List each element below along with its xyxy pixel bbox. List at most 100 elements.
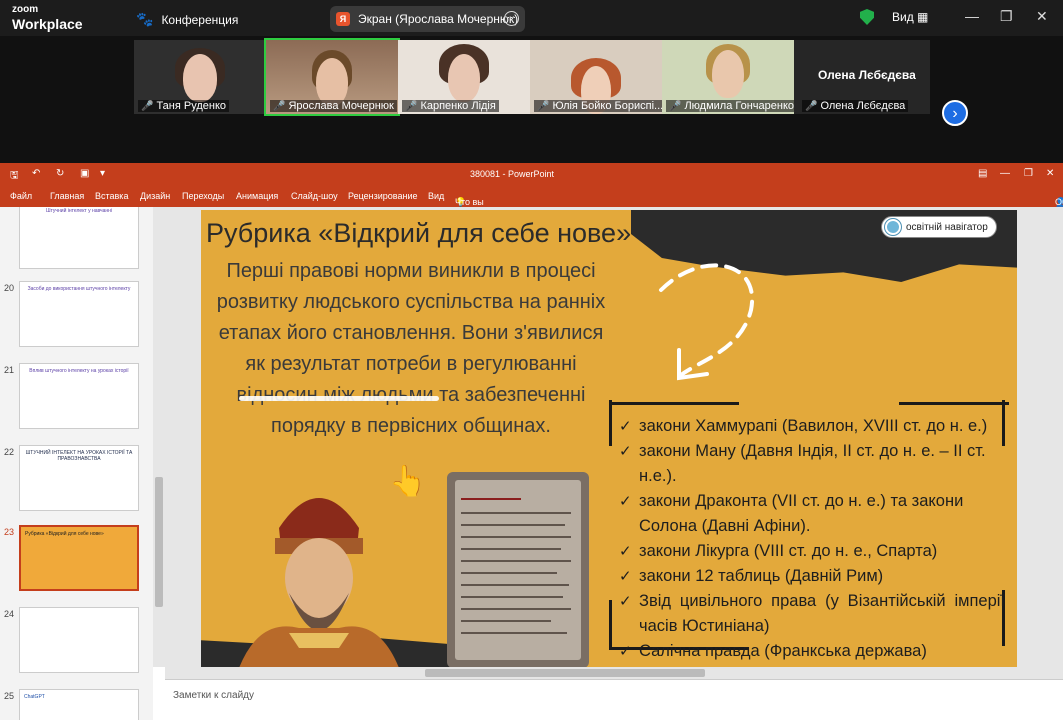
- participant-tile[interactable]: 🎤 Таня Руденко: [134, 40, 266, 114]
- list-item: закони Драконта (VII ст. до н. е.) та за…: [619, 489, 1005, 539]
- participant-name: Ярослава Мочернюк: [288, 100, 394, 112]
- thumbnails-scrollbar[interactable]: [153, 207, 165, 667]
- participant-name: Людмила Гончаренко: [684, 100, 794, 112]
- paw-icon: 🐾: [136, 11, 154, 27]
- more-icon[interactable]: ···: [504, 11, 519, 26]
- tab-transitions[interactable]: Переходы: [182, 191, 224, 201]
- big-participant-name: Олена Лєбєдєва: [818, 68, 916, 82]
- laws-list-box: закони Хаммурапі (Вавилон, XVIII ст. до …: [609, 400, 1009, 664]
- mic-muted-icon: 🎤: [405, 100, 418, 112]
- sharer-badge: Я: [336, 12, 350, 26]
- screen-share-label: Экран (Ярослава Мочернюк): [358, 12, 519, 26]
- slide-thumbnail[interactable]: Засоби до використання штучного інтелект…: [19, 281, 139, 347]
- video-strip: 🎤 Таня Руденко 🎤 Ярослава Мочернюк 🎤 Карпен…: [0, 36, 1063, 160]
- mic-muted-icon: 🎤: [273, 100, 286, 112]
- slide-body-text[interactable]: Перші правові норми виникли в процесі ро…: [211, 256, 611, 442]
- thumb-title: Рубрика «Відкрий для себе нове»: [25, 531, 104, 537]
- next-page-button[interactable]: ›: [942, 100, 968, 126]
- powerpoint-window: 🖫 ↶ ↻ ▣ ▾ 380081 - PowerPoint ▤ — ❐ ✕ Фа…: [0, 163, 1063, 720]
- save-icon[interactable]: 🖫: [10, 168, 19, 185]
- close-icon[interactable]: ✕: [1046, 168, 1054, 179]
- screen-share-pill[interactable]: Я Экран (Ярослава Мочернюк) ···: [330, 6, 525, 32]
- slide-thumbnail[interactable]: Штучний інтелект у навчанні: [19, 207, 139, 269]
- slide-thumbnail[interactable]: ChatGPT: [19, 689, 139, 720]
- mic-muted-icon: 🎤: [141, 100, 154, 112]
- slide-thumbnail[interactable]: Вплив штучного інтелекту на уроках істор…: [19, 363, 139, 429]
- zoom-title-bar: zoom Workplace 🐾 Конференция Я Экран (Яр…: [0, 0, 1063, 36]
- tab-view[interactable]: Вид: [428, 191, 444, 201]
- customize-icon[interactable]: ▾: [100, 168, 105, 179]
- slide-canvas: освітній навігатор Рубрика «Відкрий для …: [165, 207, 1052, 667]
- tab-file[interactable]: Файл: [10, 191, 32, 201]
- slide-number: 22: [4, 447, 15, 457]
- tab-slideshow[interactable]: Слайд-шоу: [291, 191, 338, 201]
- manuscript-image: [447, 472, 589, 667]
- laws-list: закони Хаммурапі (Вавилон, XVIII ст. до …: [619, 414, 1005, 664]
- brush-underline: [239, 396, 439, 401]
- ppt-title-bar: 🖫 ↶ ↻ ▣ ▾ 380081 - PowerPoint ▤ — ❐ ✕: [0, 163, 1063, 185]
- thumb-title: ШТУЧНИЙ ІНТЕЛЕКТ НА УРОКАХ ІСТОРІЇ ТА ПР…: [25, 450, 133, 462]
- tab-insert[interactable]: Вставка: [95, 191, 128, 201]
- notes-placeholder: Заметки к слайду: [173, 690, 254, 701]
- close-icon[interactable]: ✕: [1036, 8, 1048, 25]
- restore-icon[interactable]: ❐: [1024, 168, 1033, 179]
- participant-tile[interactable]: 🎤 Карпенко Лідія: [398, 40, 530, 114]
- meeting-name: Конференция: [161, 12, 239, 27]
- mic-muted-icon: 🎤: [669, 100, 682, 112]
- participant-tiles: 🎤 Таня Руденко 🎤 Ярослава Мочернюк 🎤 Карпен…: [134, 38, 930, 116]
- participant-name: Таня Руденко: [156, 100, 227, 112]
- redo-icon[interactable]: ↻: [56, 168, 64, 179]
- slide-thumbnail[interactable]: ШТУЧНИЙ ІНТЕЛЕКТ НА УРОКАХ ІСТОРІЇ ТА ПР…: [19, 445, 139, 511]
- prince-portrait-image: [239, 498, 399, 667]
- window-title: 380081 - PowerPoint: [470, 169, 555, 179]
- view-button[interactable]: Вид ▦: [892, 10, 928, 24]
- list-item: Салічна правда (Франкська держава): [619, 639, 1005, 664]
- zoom-logo: zoom Workplace: [12, 4, 83, 32]
- security-shield-icon[interactable]: [860, 9, 874, 25]
- minimize-icon[interactable]: —: [1000, 168, 1010, 179]
- pointing-hand-icon: 👆: [389, 465, 427, 498]
- slide-thumbnail[interactable]: [19, 607, 139, 673]
- slide-thumbnails-pane: Штучний інтелект у навчанні 20 Засоби до…: [0, 207, 153, 720]
- tab-design[interactable]: Дизайн: [140, 191, 170, 201]
- thumb-title: Засоби до використання штучного інтелект…: [27, 286, 131, 292]
- restore-icon[interactable]: ❐: [1000, 8, 1013, 25]
- participant-tile[interactable]: 🎤 Юлія Бойко Бориспі...: [530, 40, 662, 114]
- participant-tile-active[interactable]: 🎤 Ярослава Мочернюк: [264, 38, 400, 116]
- slide-number: 21: [4, 365, 15, 375]
- name-only-overlay: Олена Лєбєдєва: [798, 40, 928, 114]
- present-icon[interactable]: ▣: [80, 168, 89, 179]
- undo-icon[interactable]: ↶: [32, 168, 40, 179]
- slide-number: 25: [4, 691, 15, 701]
- ribbon-options-icon[interactable]: ▤: [978, 168, 987, 179]
- ribbon-tabs: Файл Главная Вставка Дизайн Переходы Ани…: [0, 185, 1063, 227]
- logo-line2: Workplace: [12, 16, 83, 32]
- slide-number-active: 23: [4, 527, 15, 537]
- thumb-title: ChatGPT: [24, 694, 45, 700]
- badge-label: освітній навігатор: [906, 222, 988, 233]
- tab-home[interactable]: Главная: [50, 191, 84, 201]
- dashed-arrow-icon: [659, 263, 755, 381]
- mic-muted-icon: 🎤: [537, 100, 550, 112]
- notes-pane[interactable]: Заметки к слайду: [165, 679, 1063, 720]
- minimize-icon[interactable]: —: [965, 8, 979, 24]
- navigator-badge: освітній навігатор: [881, 216, 997, 238]
- globe-icon: [885, 219, 901, 235]
- slide-horizontal-scrollbar[interactable]: [165, 667, 1052, 679]
- tab-review[interactable]: Рецензирование: [348, 191, 418, 201]
- slide-thumbnail-active[interactable]: Рубрика «Відкрий для себе нове»: [19, 525, 139, 591]
- logo-line1: zoom: [12, 4, 39, 15]
- participant-tile[interactable]: 🎤 Людмила Гончаренко: [662, 40, 794, 114]
- tab-animations[interactable]: Анимация: [236, 191, 278, 201]
- list-item: Звід цивільного права (у Візантійській і…: [619, 589, 1005, 639]
- meeting-menu[interactable]: 🐾 Конференция: [136, 11, 238, 28]
- slide-number: 24: [4, 609, 15, 619]
- slide: освітній навігатор Рубрика «Відкрий для …: [201, 210, 1017, 667]
- list-item: закони Лікурга (VIII ст. до н. е., Спарт…: [619, 539, 1005, 564]
- thumb-title: Вплив штучного інтелекту на уроках істор…: [29, 368, 129, 374]
- participant-name: Карпенко Лідія: [420, 100, 496, 112]
- list-item: закони 12 таблиць (Давній Рим): [619, 564, 1005, 589]
- list-item: закони Ману (Давня Індія, II ст. до н. е…: [619, 439, 1005, 489]
- slide-title[interactable]: Рубрика «Відкрий для себе нове»: [206, 218, 631, 249]
- slide-vertical-scrollbar[interactable]: [1052, 207, 1063, 679]
